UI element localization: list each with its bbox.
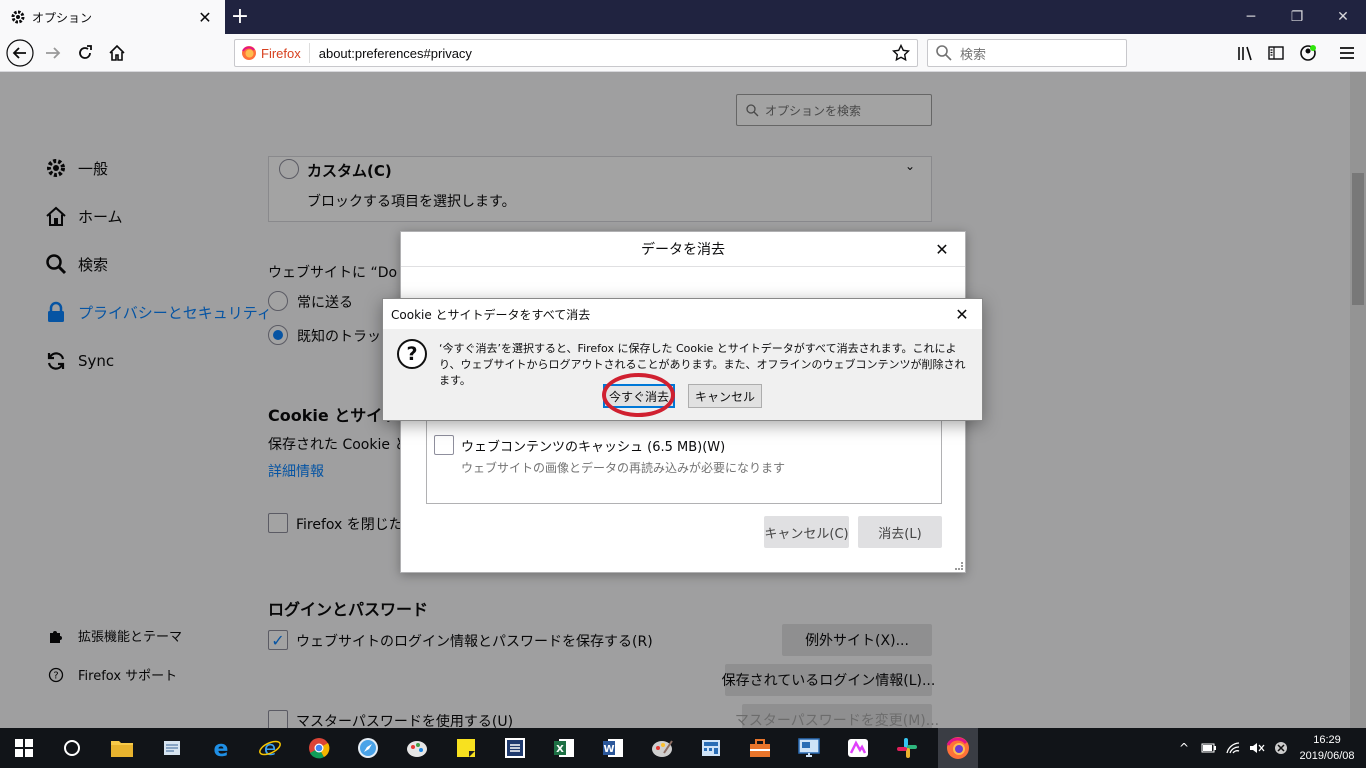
paint-icon[interactable]: [401, 732, 433, 764]
firefox-logo-icon: [242, 46, 256, 60]
confirm-title: Cookie とサイトデータをすべて消去: [391, 307, 591, 322]
calculator-icon[interactable]: [695, 732, 727, 764]
window-close-icon[interactable]: ✕: [1320, 0, 1366, 34]
svg-text:W: W: [603, 744, 614, 755]
safari-icon[interactable]: [352, 732, 384, 764]
sidebar-icon[interactable]: [1261, 38, 1291, 68]
cache-label: ウェブコンテンツのキャッシュ (6.5 MB)(W): [461, 440, 726, 455]
toolbox-icon[interactable]: [744, 732, 776, 764]
menu-icon[interactable]: [1332, 38, 1362, 68]
clock-date: 2019/06/08: [1299, 750, 1355, 762]
resize-grip[interactable]: [955, 562, 963, 570]
dialog-titlebar: データを消去 ✕: [401, 232, 965, 267]
confirm-cancel-button[interactable]: キャンセル: [688, 384, 762, 408]
reload-button[interactable]: [70, 38, 100, 68]
tab-options[interactable]: オプション ✕: [0, 0, 225, 34]
battery-icon[interactable]: [1198, 728, 1220, 768]
app-icon[interactable]: [499, 732, 531, 764]
remote-desktop-icon[interactable]: [793, 732, 825, 764]
notepad-icon[interactable]: [156, 732, 188, 764]
clock-time: 16:29: [1313, 734, 1341, 746]
forward-button[interactable]: [38, 38, 68, 68]
word-icon[interactable]: W: [597, 732, 629, 764]
internet-explorer-icon[interactable]: e: [254, 732, 286, 764]
forward-arrow-icon: [46, 47, 61, 59]
tab-strip: オプション ✕ + ─ ❐ ✕: [0, 0, 1366, 34]
chrome-icon[interactable]: [303, 732, 335, 764]
cortana-icon[interactable]: [56, 732, 88, 764]
back-button[interactable]: [5, 38, 35, 68]
close-icon[interactable]: ✕: [931, 238, 953, 260]
windows-start-icon[interactable]: [8, 732, 40, 764]
tab-title: オプション: [32, 10, 93, 25]
taskbar-clock[interactable]: 16:29 2019/06/08: [1294, 732, 1360, 764]
clear-now-button[interactable]: 今すぐ消去: [603, 384, 675, 408]
search-icon: [936, 45, 952, 61]
reload-icon: [79, 45, 92, 59]
volume-muted-icon[interactable]: [1246, 728, 1268, 768]
home-button[interactable]: [102, 38, 132, 68]
cancel-button[interactable]: キャンセル(C): [764, 516, 849, 548]
show-hidden-icons-icon[interactable]: ^: [1174, 728, 1194, 768]
tab-close-icon[interactable]: ✕: [193, 5, 217, 29]
slack-icon[interactable]: [891, 732, 923, 764]
close-icon[interactable]: ✕: [950, 302, 974, 326]
url-text[interactable]: about:preferences#privacy: [319, 46, 889, 61]
new-tab-button[interactable]: +: [228, 5, 252, 29]
confirm-message: ‘今すぐ消去’を選択すると、Firefox に保存した Cookie とサイトデ…: [439, 342, 966, 387]
notification-x-icon[interactable]: [1270, 728, 1292, 768]
minimize-icon[interactable]: ─: [1228, 0, 1274, 34]
home-icon: [109, 44, 125, 61]
photo-app-icon[interactable]: [842, 732, 874, 764]
svg-text:X: X: [556, 744, 564, 755]
confirm-titlebar: Cookie とサイトデータをすべて消去 ✕: [383, 299, 982, 329]
clear-button[interactable]: 消去(L): [858, 516, 942, 548]
svg-text:e: e: [214, 737, 229, 760]
svg-text:e: e: [264, 736, 276, 760]
identity-box[interactable]: Firefox: [235, 43, 310, 63]
firefox-taskbar-icon[interactable]: [938, 728, 978, 768]
excel-icon[interactable]: X: [548, 732, 580, 764]
search-placeholder: 検索: [960, 47, 987, 63]
paint-palette-icon[interactable]: [646, 732, 678, 764]
file-explorer-icon[interactable]: [106, 732, 138, 764]
restore-icon[interactable]: ❐: [1274, 0, 1320, 34]
identity-label: Firefox: [261, 45, 301, 61]
gear-icon: [10, 9, 26, 25]
bookmark-star-icon[interactable]: [889, 41, 913, 65]
cache-description: ウェブサイトの画像とデータの再読み込みが必要になります: [461, 461, 786, 475]
sticky-notes-icon[interactable]: [450, 732, 482, 764]
clear-options-box: ウェブコンテンツのキャッシュ (6.5 MB)(W) ウェブサイトの画像とデータ…: [426, 412, 942, 504]
account-icon[interactable]: [1293, 38, 1323, 68]
edge-icon[interactable]: e: [205, 732, 237, 764]
search-bar[interactable]: 検索: [927, 39, 1127, 67]
cache-checkbox[interactable]: [434, 435, 454, 455]
url-bar[interactable]: Firefox about:preferences#privacy: [234, 39, 918, 67]
nav-bar: Firefox about:preferences#privacy 検索: [0, 34, 1366, 72]
taskbar: e e X W ^ 16:29 2019/06/08: [0, 728, 1366, 768]
library-icon[interactable]: [1230, 38, 1260, 68]
question-icon: ?: [397, 339, 427, 369]
back-arrow-icon: [6, 39, 34, 67]
wifi-icon[interactable]: [1222, 728, 1244, 768]
confirm-clear-dialog: Cookie とサイトデータをすべて消去 ✕ ? ‘今すぐ消去’を選択すると、F…: [382, 298, 983, 421]
dialog-title: データを消去: [641, 242, 725, 258]
